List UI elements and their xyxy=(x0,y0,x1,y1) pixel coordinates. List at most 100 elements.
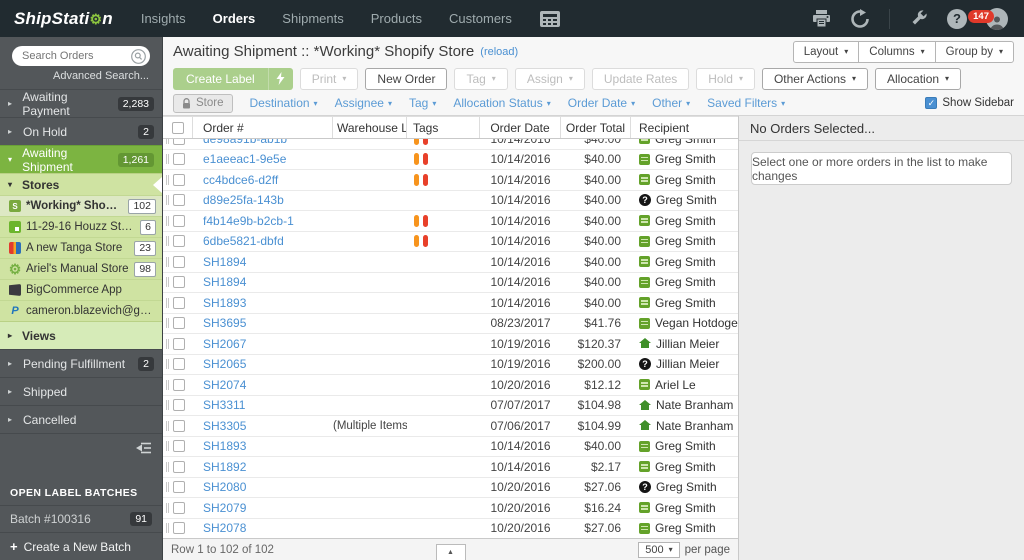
batch-item[interactable]: Batch #100316 91 xyxy=(0,505,162,532)
table-row[interactable]: SH2067 10/19/2016 $120.37 Jillian Meier xyxy=(163,334,738,355)
row-checkbox[interactable] xyxy=(173,440,185,452)
table-row[interactable]: SH2078 10/20/2016 $27.06 Greg Smith xyxy=(163,519,738,539)
table-row[interactable]: SH3305 (Multiple Items) 07/06/2017 $104.… xyxy=(163,416,738,437)
update-rates-button[interactable]: Update Rates xyxy=(592,68,689,90)
sidebar-section[interactable]: ▸ Shipped xyxy=(0,377,162,405)
row-checkbox[interactable] xyxy=(173,235,185,247)
table-row[interactable]: f4b14e9b-b2cb-1 10/14/2016 $40.00 Greg S… xyxy=(163,211,738,232)
tag-button[interactable]: Tag▾ xyxy=(454,68,507,90)
advanced-search-link[interactable]: Advanced Search... xyxy=(0,69,162,89)
sidebar-store-item[interactable]: *Working* Shopify Store 102 xyxy=(0,195,162,216)
nav-item-insights[interactable]: Insights xyxy=(141,11,186,26)
filter-tag[interactable]: Tag▾ xyxy=(409,96,436,110)
sidebar-store-item[interactable]: Ariel's Manual Store 98 xyxy=(0,258,162,279)
order-number-link[interactable]: f4b14e9b-b2cb-1 xyxy=(203,214,294,228)
table-row[interactable]: SH2080 10/20/2016 $27.06 Greg Smith xyxy=(163,478,738,499)
order-number-link[interactable]: SH1892 xyxy=(203,460,246,474)
assign-button[interactable]: Assign▾ xyxy=(515,68,585,90)
filter-assignee[interactable]: Assignee▾ xyxy=(335,96,392,110)
column-header-warehouse[interactable]: Warehouse Location xyxy=(333,117,407,138)
row-checkbox[interactable] xyxy=(173,379,185,391)
table-row[interactable]: SH1893 10/14/2016 $40.00 Greg Smith xyxy=(163,293,738,314)
order-number-link[interactable]: cc4bdce6-d2ff xyxy=(203,173,278,187)
row-checkbox[interactable] xyxy=(173,461,185,473)
row-checkbox[interactable] xyxy=(173,502,185,514)
table-row[interactable]: SH1894 10/14/2016 $40.00 Greg Smith xyxy=(163,252,738,273)
help-icon[interactable]: ? xyxy=(947,9,967,29)
views-section-header[interactable]: ▸ Views xyxy=(0,321,162,349)
order-number-link[interactable]: SH2080 xyxy=(203,480,246,494)
order-number-link[interactable]: SH3311 xyxy=(203,398,245,412)
table-row[interactable]: SH1893 10/14/2016 $40.00 Greg Smith xyxy=(163,437,738,458)
order-number-link[interactable]: d89e25fa-143b xyxy=(203,193,284,207)
order-number-link[interactable]: SH2074 xyxy=(203,378,246,392)
row-checkbox[interactable] xyxy=(173,297,185,309)
nav-item-customers[interactable]: Customers xyxy=(449,11,512,26)
collapse-sidebar-row[interactable] xyxy=(0,433,162,461)
sidebar-store-item[interactable]: cameron.blazevich@gma... xyxy=(0,300,162,321)
row-checkbox[interactable] xyxy=(173,481,185,493)
row-checkbox[interactable] xyxy=(173,317,185,329)
print-queue-icon[interactable] xyxy=(812,10,831,27)
sidebar-store-item[interactable]: A new Tanga Store 23 xyxy=(0,237,162,258)
order-number-link[interactable]: SH1893 xyxy=(203,296,246,310)
row-checkbox[interactable] xyxy=(173,420,185,432)
order-number-link[interactable]: SH3305 xyxy=(203,419,246,433)
order-number-link[interactable]: SH2067 xyxy=(203,337,246,351)
table-row[interactable]: cc4bdce6-d2ff 10/14/2016 $40.00 Greg Smi… xyxy=(163,170,738,191)
search-icon[interactable] xyxy=(131,49,146,64)
order-number-link[interactable]: 6dbe5821-dbfd xyxy=(203,234,284,248)
scroll-up-button[interactable]: ▲ xyxy=(436,544,466,560)
sidebar-section[interactable]: ▸ On Hold 2 xyxy=(0,117,162,145)
shipstation-logo[interactable]: ShipStati⚙n xyxy=(0,9,123,29)
refresh-icon[interactable] xyxy=(850,9,870,29)
print-button[interactable]: Print▾ xyxy=(300,68,359,90)
columns-button[interactable]: Columns▾ xyxy=(858,41,935,63)
select-all-checkbox[interactable] xyxy=(172,122,184,134)
nav-item-shipments[interactable]: Shipments xyxy=(282,11,343,26)
row-checkbox[interactable] xyxy=(173,174,185,186)
row-checkbox[interactable] xyxy=(173,215,185,227)
column-header-recipient[interactable]: Recipient xyxy=(631,117,738,138)
table-row[interactable]: SH2074 10/20/2016 $12.12 Ariel Le xyxy=(163,375,738,396)
show-sidebar-checkbox[interactable]: ✓ xyxy=(925,97,937,109)
order-number-link[interactable]: SH2079 xyxy=(203,501,246,515)
row-checkbox[interactable] xyxy=(173,338,185,350)
order-number-link[interactable]: e1aeeac1-9e5e xyxy=(203,152,286,166)
row-checkbox[interactable] xyxy=(173,153,185,165)
sidebar-store-item[interactable]: 11-29-16 Houzz Store 6 xyxy=(0,216,162,237)
nav-item-orders[interactable]: Orders xyxy=(213,11,256,26)
order-number-link[interactable]: SH2078 xyxy=(203,521,246,535)
group-by-button[interactable]: Group by▾ xyxy=(935,41,1014,63)
layout-button[interactable]: Layout▾ xyxy=(793,41,860,63)
filter-allocation-status[interactable]: Allocation Status▾ xyxy=(453,96,550,110)
order-number-link[interactable]: SH1894 xyxy=(203,255,246,269)
column-header-order[interactable]: Order # xyxy=(193,117,333,138)
order-number-link[interactable]: SH2065 xyxy=(203,357,246,371)
show-sidebar-toggle[interactable]: ✓ Show Sidebar xyxy=(925,97,1014,109)
hold-button[interactable]: Hold▾ xyxy=(696,68,755,90)
rate-calculator-icon[interactable] xyxy=(539,10,561,28)
nav-item-products[interactable]: Products xyxy=(371,11,422,26)
order-number-link[interactable]: SH3695 xyxy=(203,316,246,330)
table-row[interactable]: SH1892 10/14/2016 $2.17 Greg Smith xyxy=(163,457,738,478)
filter-saved-filters[interactable]: Saved Filters▾ xyxy=(707,96,785,110)
table-row[interactable]: SH2079 10/20/2016 $16.24 Greg Smith xyxy=(163,498,738,519)
sidebar-section[interactable]: ▾ Awaiting Shipment 1,261 xyxy=(0,145,162,173)
sidebar-section[interactable]: ▸ Cancelled xyxy=(0,405,162,433)
sidebar-section[interactable]: ▸ Awaiting Payment 2,283 xyxy=(0,89,162,117)
store-filter-button[interactable]: Store xyxy=(173,94,233,113)
row-checkbox[interactable] xyxy=(173,194,185,206)
account-avatar[interactable]: 147 xyxy=(986,8,1008,30)
sidebar-store-item[interactable]: BigCommerce App xyxy=(0,279,162,300)
table-row[interactable]: SH1894 10/14/2016 $40.00 Greg Smith xyxy=(163,273,738,294)
order-number-link[interactable]: de98a91b-ab1b xyxy=(203,139,287,146)
create-label-button[interactable]: Create Label xyxy=(173,68,293,90)
table-row[interactable]: de98a91b-ab1b 10/14/2016 $40.00 Greg Smi… xyxy=(163,139,738,150)
lightning-bolt-icon[interactable] xyxy=(268,68,293,90)
row-checkbox[interactable] xyxy=(173,522,185,534)
other-actions-button[interactable]: Other Actions▾ xyxy=(762,68,868,90)
row-checkbox[interactable] xyxy=(173,399,185,411)
table-row[interactable]: d89e25fa-143b 10/14/2016 $40.00 Greg Smi… xyxy=(163,191,738,212)
row-checkbox[interactable] xyxy=(173,256,185,268)
